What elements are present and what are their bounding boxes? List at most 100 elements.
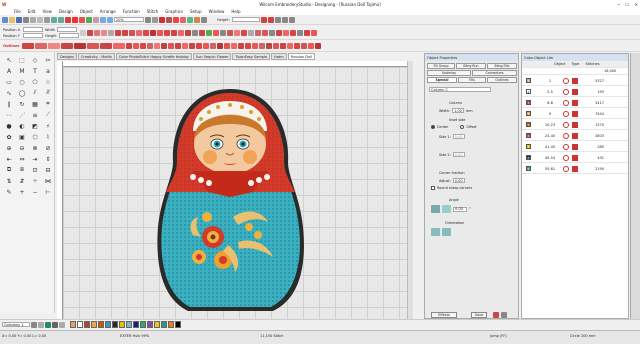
column-c-icon[interactable]: ∥ xyxy=(3,99,15,109)
lettering-tool-icon[interactable]: A xyxy=(3,66,15,76)
resequence-icon[interactable]: ⇵ xyxy=(16,176,28,186)
minimize-button[interactable]: ─ xyxy=(618,2,620,7)
group-icon[interactable]: ⧉ xyxy=(3,165,15,175)
menu-edit[interactable]: Edit xyxy=(28,9,36,14)
rectangle-icon[interactable]: ▭ xyxy=(3,77,15,87)
color-row[interactable]: 9 55-61 2190 xyxy=(522,164,628,174)
color-row[interactable]: 3 6-8 3417 xyxy=(522,98,628,108)
pull-comp-icon[interactable] xyxy=(233,29,240,36)
menu-design[interactable]: Design xyxy=(59,9,73,14)
record-icon[interactable] xyxy=(159,16,165,23)
lock-object-icon[interactable]: ⊡ xyxy=(29,165,41,175)
save-button[interactable]: Save xyxy=(471,312,487,318)
backstitch-icon[interactable]: ⋰ xyxy=(16,110,28,120)
help-icon[interactable] xyxy=(501,312,507,318)
fancy-icon[interactable] xyxy=(135,29,142,36)
vertical-scrollbar[interactable] xyxy=(407,61,413,319)
width-field[interactable] xyxy=(57,27,78,32)
split-icon[interactable] xyxy=(268,29,275,36)
fill-7-icon[interactable] xyxy=(174,43,181,49)
palette-swatch[interactable] xyxy=(154,321,160,328)
blackwork-icon[interactable]: ⌗ xyxy=(42,99,54,109)
align-right-icon[interactable]: ⇥ xyxy=(29,154,41,164)
vector-icon[interactable]: ⬡ xyxy=(29,132,41,142)
color-row[interactable]: 8 45-54 431 xyxy=(522,153,628,163)
fill-3-icon[interactable] xyxy=(146,43,153,49)
design-info-icon[interactable] xyxy=(187,16,193,23)
tab-color-photostitch[interactable]: Color PhotoStitch Happy Giraffe Holiday xyxy=(115,53,192,60)
redo-icon[interactable] xyxy=(58,16,64,23)
palette-swatch[interactable] xyxy=(98,321,104,328)
outline-style-7-icon[interactable] xyxy=(99,43,112,49)
zoom-out-icon[interactable] xyxy=(107,16,113,23)
motif-icon[interactable] xyxy=(149,29,156,36)
rotate-icon[interactable] xyxy=(93,29,100,36)
combine-icon[interactable]: ⊗ xyxy=(29,143,41,153)
menu-window[interactable]: Window xyxy=(209,9,225,14)
reshape-tool-icon[interactable]: ◇ xyxy=(29,55,41,65)
palette-swatch[interactable] xyxy=(175,321,181,328)
bold-icon[interactable] xyxy=(274,16,281,23)
palette-swatch[interactable] xyxy=(126,321,132,328)
outline-style-3-icon[interactable] xyxy=(47,43,60,49)
save-icon[interactable] xyxy=(16,16,22,23)
show-objects-icon[interactable] xyxy=(79,16,85,23)
palette-swatch[interactable] xyxy=(77,321,83,328)
circle-tool-icon[interactable]: ● xyxy=(3,121,15,131)
grid-icon[interactable] xyxy=(145,16,151,23)
cutwork-icon[interactable] xyxy=(212,29,219,36)
turning-icon[interactable]: ↻ xyxy=(16,99,28,109)
fill-16-icon[interactable] xyxy=(237,43,244,49)
align-left-icon[interactable]: ⇤ xyxy=(3,154,15,164)
ungroup-icon[interactable]: ⧈ xyxy=(16,165,28,175)
angle-preset-1-icon[interactable] xyxy=(431,205,440,213)
print-icon[interactable] xyxy=(23,16,29,23)
fill-10-icon[interactable] xyxy=(195,43,202,49)
color-blend-icon[interactable] xyxy=(261,29,268,36)
menu-setup[interactable]: Setup xyxy=(190,9,202,14)
photo-flash-icon[interactable]: ◩ xyxy=(29,121,41,131)
fill-2-icon[interactable] xyxy=(139,43,146,49)
tab-underlay[interactable]: Underlay xyxy=(427,70,471,76)
tatami-icon[interactable] xyxy=(121,29,128,36)
mirror-icon[interactable] xyxy=(100,29,107,36)
artistic-view-icon[interactable] xyxy=(93,16,99,23)
select-object-icon[interactable]: ⬚ xyxy=(16,55,28,65)
offset-icon[interactable] xyxy=(275,29,282,36)
italic-icon[interactable] xyxy=(281,16,288,23)
docker-side-tabs[interactable] xyxy=(630,53,640,319)
position-x-field[interactable] xyxy=(23,27,43,32)
fill-18-icon[interactable] xyxy=(251,43,258,49)
round-corners-checkbox[interactable] xyxy=(431,186,435,190)
palette-swatch[interactable] xyxy=(119,321,125,328)
select-icon[interactable]: ↖ xyxy=(3,55,15,65)
fill-4-icon[interactable] xyxy=(153,43,160,49)
angle-preset-2-icon[interactable] xyxy=(442,205,451,213)
side1-input[interactable]: 0.00 xyxy=(452,134,465,139)
fill-8-icon[interactable] xyxy=(181,43,188,49)
palette-swatch[interactable] xyxy=(84,321,90,328)
undo-icon[interactable] xyxy=(51,16,57,23)
complex-fill-icon[interactable]: ▦ xyxy=(29,99,41,109)
palette-swatch[interactable] xyxy=(147,321,153,328)
side2-input[interactable]: 0.00 xyxy=(452,152,465,157)
outline-style-5-icon[interactable] xyxy=(73,43,86,49)
run-icon[interactable]: ⋯ xyxy=(3,110,15,120)
color-row[interactable]: 2 2-5 193 xyxy=(522,87,628,97)
show-stitches-icon[interactable] xyxy=(72,16,78,23)
tab-bling-fills[interactable]: Bling Fills xyxy=(487,63,517,69)
design-canvas[interactable] xyxy=(63,67,407,319)
slow-redraw-icon[interactable] xyxy=(166,16,172,23)
tab-tipsneasy[interactable]: TipsnEasy Sample xyxy=(232,53,271,60)
menu-help[interactable]: Help xyxy=(231,9,240,14)
open-icon[interactable] xyxy=(9,16,15,23)
pattern-icon[interactable] xyxy=(191,29,198,36)
close-button[interactable]: ✕ xyxy=(635,2,638,7)
text-icon[interactable] xyxy=(296,29,303,36)
bitmap-icon[interactable]: ▣ xyxy=(16,132,28,142)
fill-9-icon[interactable] xyxy=(188,43,195,49)
outline-style-8-icon[interactable] xyxy=(112,43,125,49)
knife-icon[interactable] xyxy=(310,29,317,36)
stitch-player-icon[interactable] xyxy=(65,16,71,23)
tab-special[interactable]: Special xyxy=(427,77,457,83)
